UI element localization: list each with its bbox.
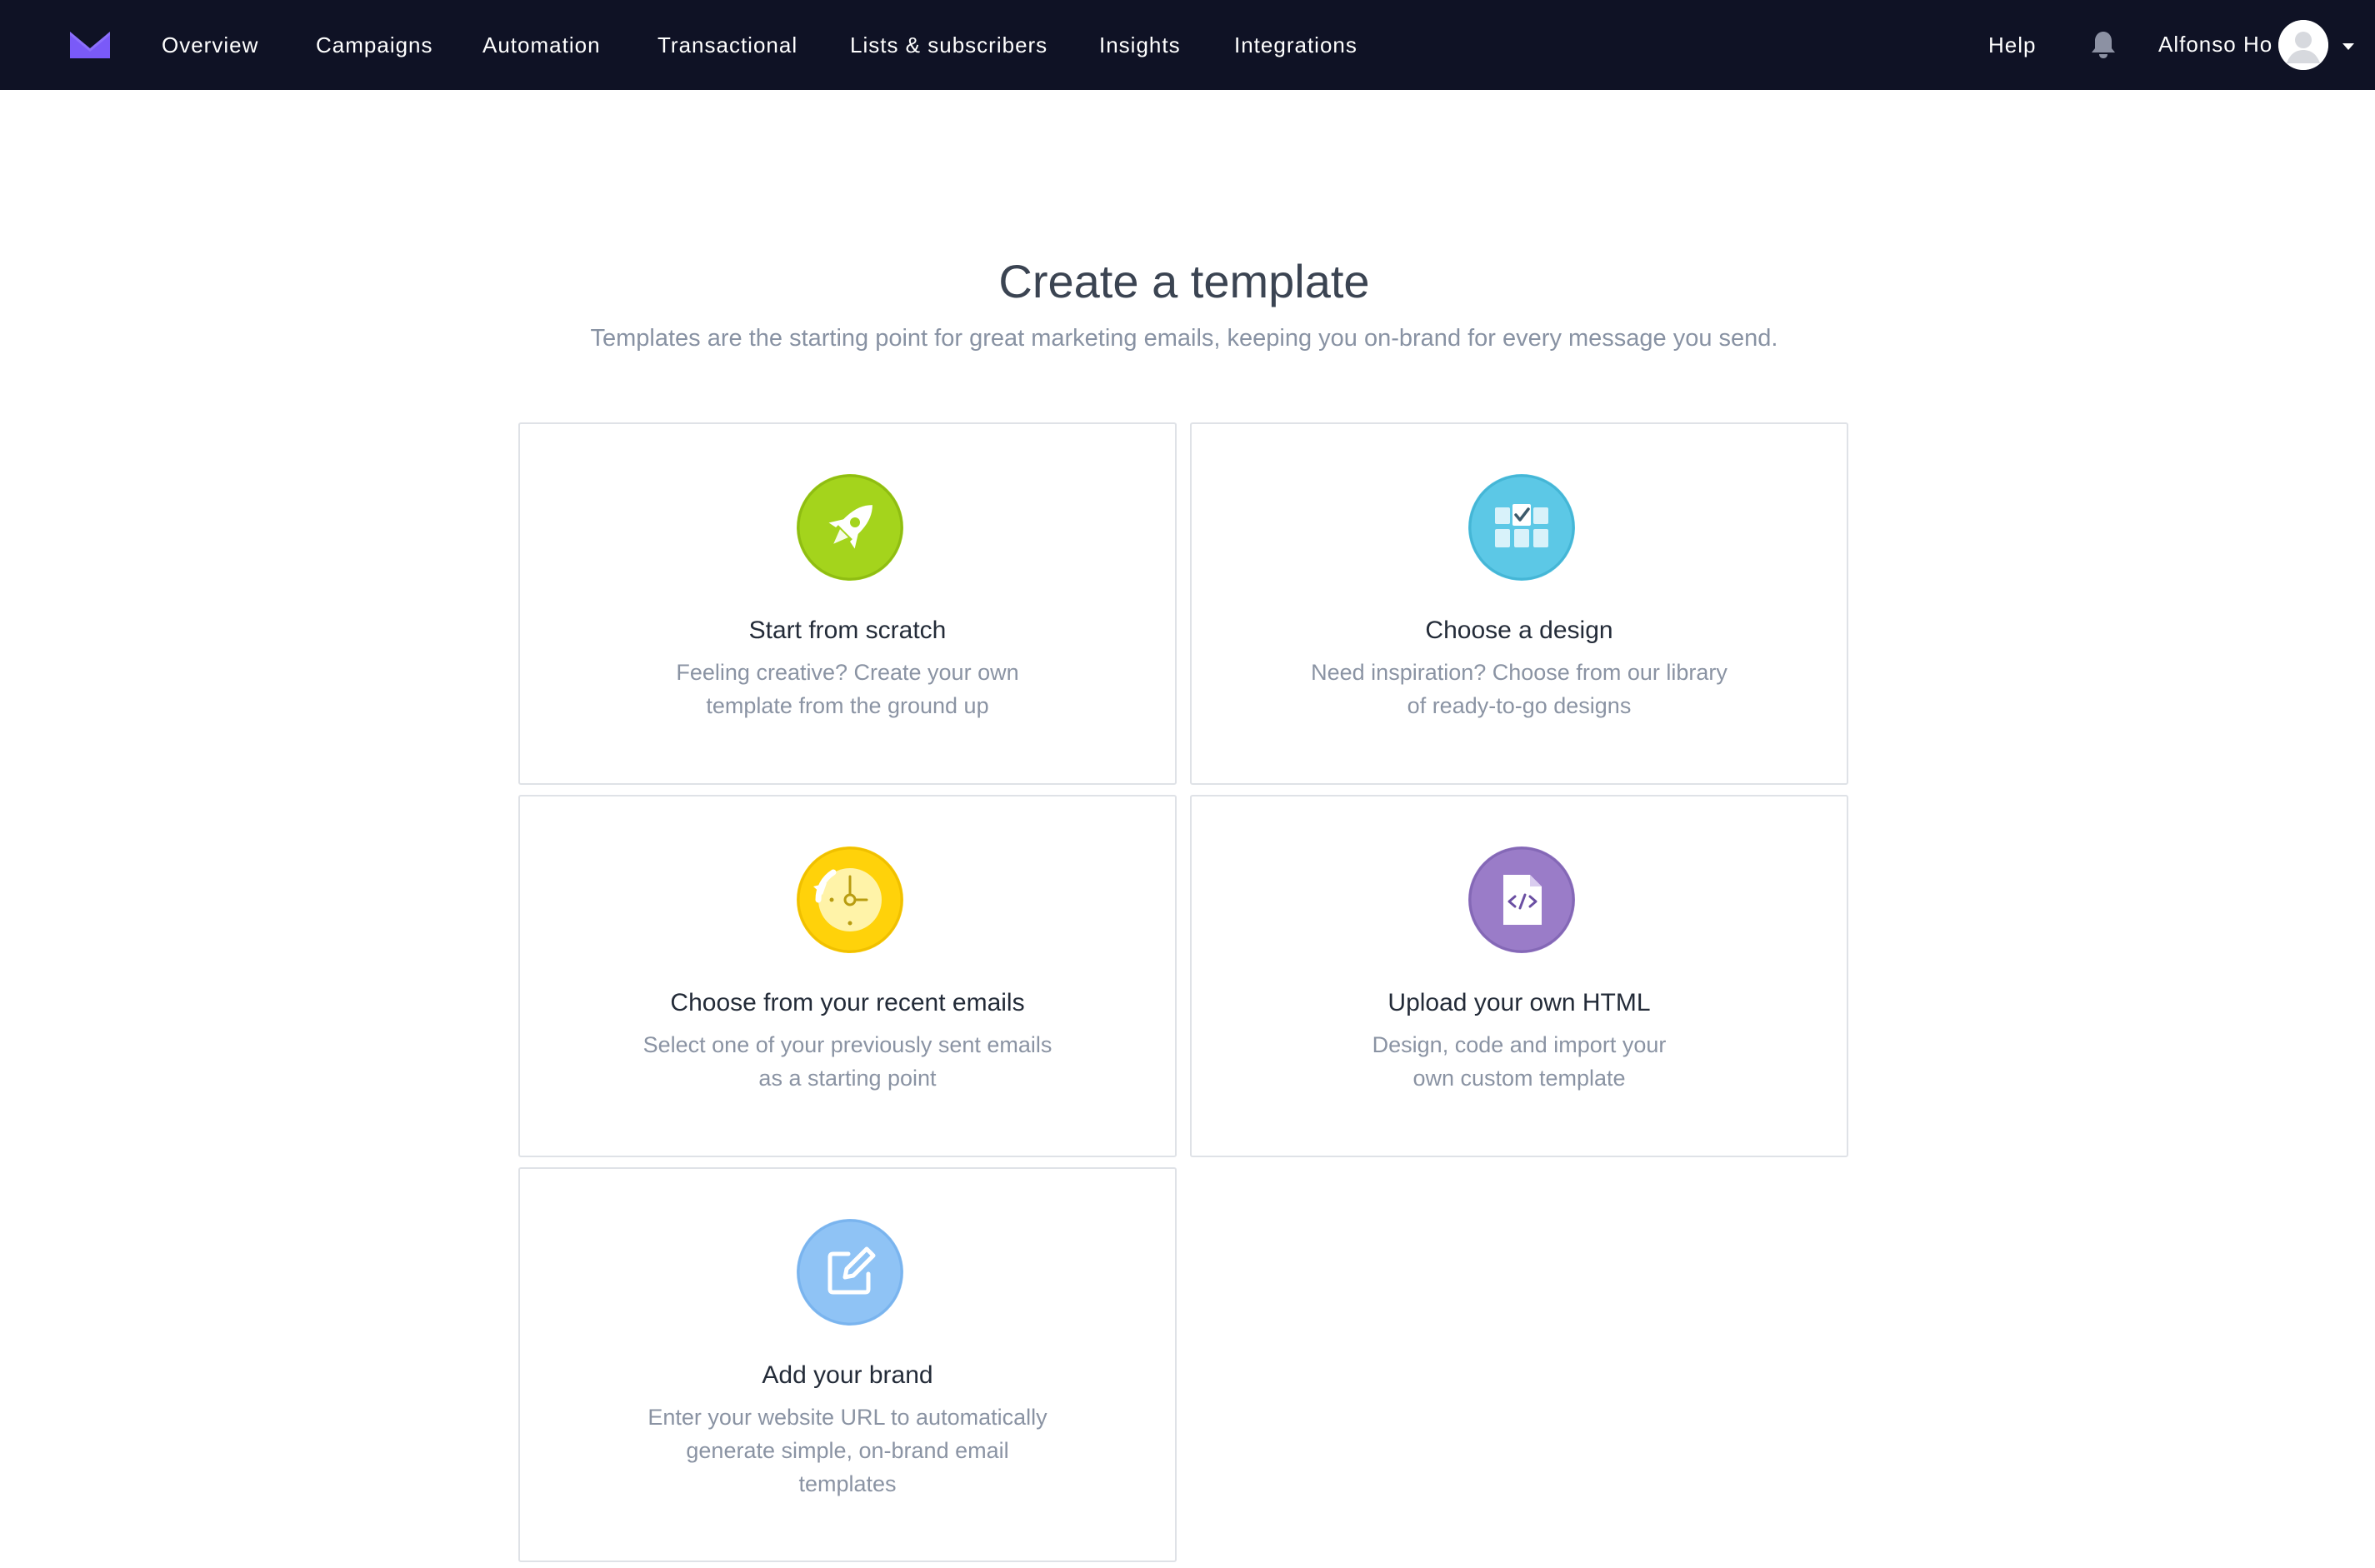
nav-automation[interactable]: Automation bbox=[482, 0, 601, 90]
nav-overview[interactable]: Overview bbox=[162, 0, 258, 90]
envelope-logo-icon[interactable] bbox=[70, 32, 110, 58]
nav-insights[interactable]: Insights bbox=[1099, 0, 1181, 90]
card-description-line: Select one of your previously sent email… bbox=[642, 1032, 1052, 1057]
card-description: Need inspiration? Choose from our librar… bbox=[1192, 656, 1847, 722]
html-file-icon bbox=[1468, 846, 1575, 953]
card-description-line: Need inspiration? Choose from our librar… bbox=[1311, 660, 1728, 685]
nav-help[interactable]: Help bbox=[1988, 0, 2036, 90]
card-description: Feeling creative? Create your own templa… bbox=[520, 656, 1175, 722]
card-choose-from-recent-emails[interactable]: Choose from your recent emails Select on… bbox=[518, 795, 1177, 1157]
card-description-line: own custom template bbox=[1412, 1066, 1626, 1091]
card-choose-a-design[interactable]: Choose a design Need inspiration? Choose… bbox=[1190, 422, 1848, 785]
card-description-line: Design, code and import your bbox=[1372, 1032, 1667, 1057]
top-navigation: Overview Campaigns Automation Transactio… bbox=[0, 0, 2375, 90]
card-description-line: template from the ground up bbox=[706, 693, 989, 718]
card-start-from-scratch[interactable]: Start from scratch Feeling creative? Cre… bbox=[518, 422, 1177, 785]
card-description-line: templates bbox=[798, 1471, 897, 1496]
card-description: Enter your website URL to automatically … bbox=[520, 1401, 1175, 1501]
card-description-line: as a starting point bbox=[758, 1066, 937, 1091]
card-upload-your-own-html[interactable]: Upload your own HTML Design, code and im… bbox=[1190, 795, 1848, 1157]
nav-lists-subscribers[interactable]: Lists & subscribers bbox=[850, 0, 1048, 90]
card-description-line: Enter your website URL to automatically bbox=[648, 1405, 1048, 1430]
nav-transactional[interactable]: Transactional bbox=[658, 0, 798, 90]
card-description-line: Feeling creative? Create your own bbox=[676, 660, 1019, 685]
nav-integrations[interactable]: Integrations bbox=[1234, 0, 1358, 90]
rocket-icon bbox=[797, 474, 903, 581]
card-add-your-brand[interactable]: Add your brand Enter your website URL to… bbox=[518, 1167, 1177, 1562]
history-clock-icon bbox=[797, 846, 903, 953]
design-grid-icon bbox=[1468, 474, 1575, 581]
card-title: Upload your own HTML bbox=[1388, 989, 1651, 1016]
bell-icon[interactable] bbox=[2090, 30, 2117, 60]
card-title: Choose from your recent emails bbox=[670, 989, 1025, 1016]
user-avatar-icon[interactable] bbox=[2278, 20, 2328, 70]
page-subtitle: Templates are the starting point for gre… bbox=[590, 325, 1778, 352]
edit-brand-icon bbox=[797, 1219, 903, 1326]
caret-down-icon[interactable] bbox=[2342, 43, 2354, 50]
card-description: Select one of your previously sent email… bbox=[520, 1028, 1175, 1095]
card-title: Add your brand bbox=[762, 1361, 933, 1389]
user-name[interactable]: Alfonso Ho bbox=[2158, 0, 2272, 90]
card-title: Choose a design bbox=[1425, 617, 1613, 644]
card-description-line: of ready-to-go designs bbox=[1407, 693, 1632, 718]
page-title: Create a template bbox=[998, 255, 1370, 307]
nav-campaigns[interactable]: Campaigns bbox=[316, 0, 433, 90]
card-title: Start from scratch bbox=[748, 617, 947, 644]
card-description-line: generate simple, on-brand email bbox=[686, 1438, 1009, 1463]
card-description: Design, code and import your own custom … bbox=[1192, 1028, 1847, 1095]
